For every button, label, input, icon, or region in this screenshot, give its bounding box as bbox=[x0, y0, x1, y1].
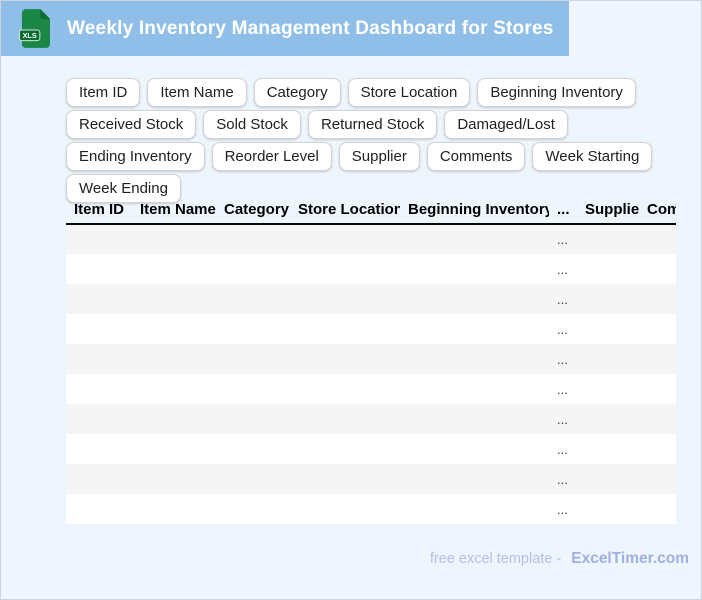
footer-brand-link[interactable]: ExcelTimer.com bbox=[571, 550, 689, 568]
chip-comments[interactable]: Comments bbox=[426, 142, 526, 171]
table-row: ... bbox=[66, 464, 676, 494]
chip-week-starting[interactable]: Week Starting bbox=[532, 142, 653, 171]
table-row: ... bbox=[66, 314, 676, 344]
row-more-cell: ... bbox=[557, 411, 568, 427]
chip-returned-stock[interactable]: Returned Stock bbox=[307, 110, 438, 139]
chip-ending-inventory[interactable]: Ending Inventory bbox=[66, 142, 205, 171]
row-more-cell: ... bbox=[557, 261, 568, 277]
footer-text: free excel template - bbox=[429, 551, 562, 567]
col-header-item-name: Item Name bbox=[132, 195, 216, 225]
row-more-cell: ... bbox=[557, 501, 568, 517]
row-more-cell: ... bbox=[557, 351, 568, 367]
chip-sold-stock[interactable]: Sold Stock bbox=[203, 110, 301, 139]
header-bar: XLS Weekly Inventory Management Dashboar… bbox=[1, 1, 569, 56]
page-title: Weekly Inventory Management Dashboard fo… bbox=[67, 17, 554, 39]
row-more-cell: ... bbox=[557, 291, 568, 307]
col-header-store-location: Store Location bbox=[290, 195, 400, 225]
table-row: ... bbox=[66, 494, 676, 524]
row-more-cell: ... bbox=[557, 441, 568, 457]
row-more-cell: ... bbox=[557, 321, 568, 337]
row-more-cell: ... bbox=[557, 381, 568, 397]
row-more-cell: ... bbox=[557, 471, 568, 487]
table-row: ... bbox=[66, 254, 676, 284]
col-header-more: ... bbox=[549, 195, 577, 225]
row-more-cell: ... bbox=[557, 232, 568, 247]
chip-store-location[interactable]: Store Location bbox=[347, 78, 471, 107]
inventory-table: Item ID Item Name Category Store Locatio… bbox=[66, 195, 676, 524]
page: XLS Weekly Inventory Management Dashboar… bbox=[0, 0, 702, 600]
chip-item-name[interactable]: Item Name bbox=[147, 78, 247, 107]
footer: free excel template - ExcelTimer.com bbox=[430, 550, 689, 568]
table-row: ... bbox=[66, 374, 676, 404]
chip-item-id[interactable]: Item ID bbox=[66, 78, 141, 107]
col-header-comments: Comments bbox=[639, 195, 676, 225]
col-header-category: Category bbox=[216, 195, 290, 225]
chip-received-stock[interactable]: Received Stock bbox=[66, 110, 197, 139]
xls-file-icon: XLS bbox=[19, 9, 50, 48]
chip-category[interactable]: Category bbox=[253, 78, 341, 107]
inventory-table-container[interactable]: Item ID Item Name Category Store Locatio… bbox=[66, 195, 676, 524]
col-header-supplier: Supplier bbox=[577, 195, 639, 225]
table-row: ... bbox=[66, 224, 676, 254]
table-row: ... bbox=[66, 434, 676, 464]
chip-reorder-level[interactable]: Reorder Level bbox=[211, 142, 332, 171]
table-row: ... bbox=[66, 404, 676, 434]
table-row: ... bbox=[66, 344, 676, 374]
chip-supplier[interactable]: Supplier bbox=[338, 142, 420, 171]
col-header-beginning-inventory: Beginning Inventory bbox=[400, 195, 549, 225]
chip-damaged-lost[interactable]: Damaged/Lost bbox=[444, 110, 568, 139]
xls-icon-label: XLS bbox=[23, 31, 37, 40]
field-chip-list: Item ID Item Name Category Store Locatio… bbox=[66, 78, 681, 203]
table-header-row: Item ID Item Name Category Store Locatio… bbox=[66, 195, 676, 225]
table-row: ... bbox=[66, 284, 676, 314]
chip-beginning-inventory[interactable]: Beginning Inventory bbox=[477, 78, 636, 107]
col-header-item-id: Item ID bbox=[66, 195, 132, 225]
